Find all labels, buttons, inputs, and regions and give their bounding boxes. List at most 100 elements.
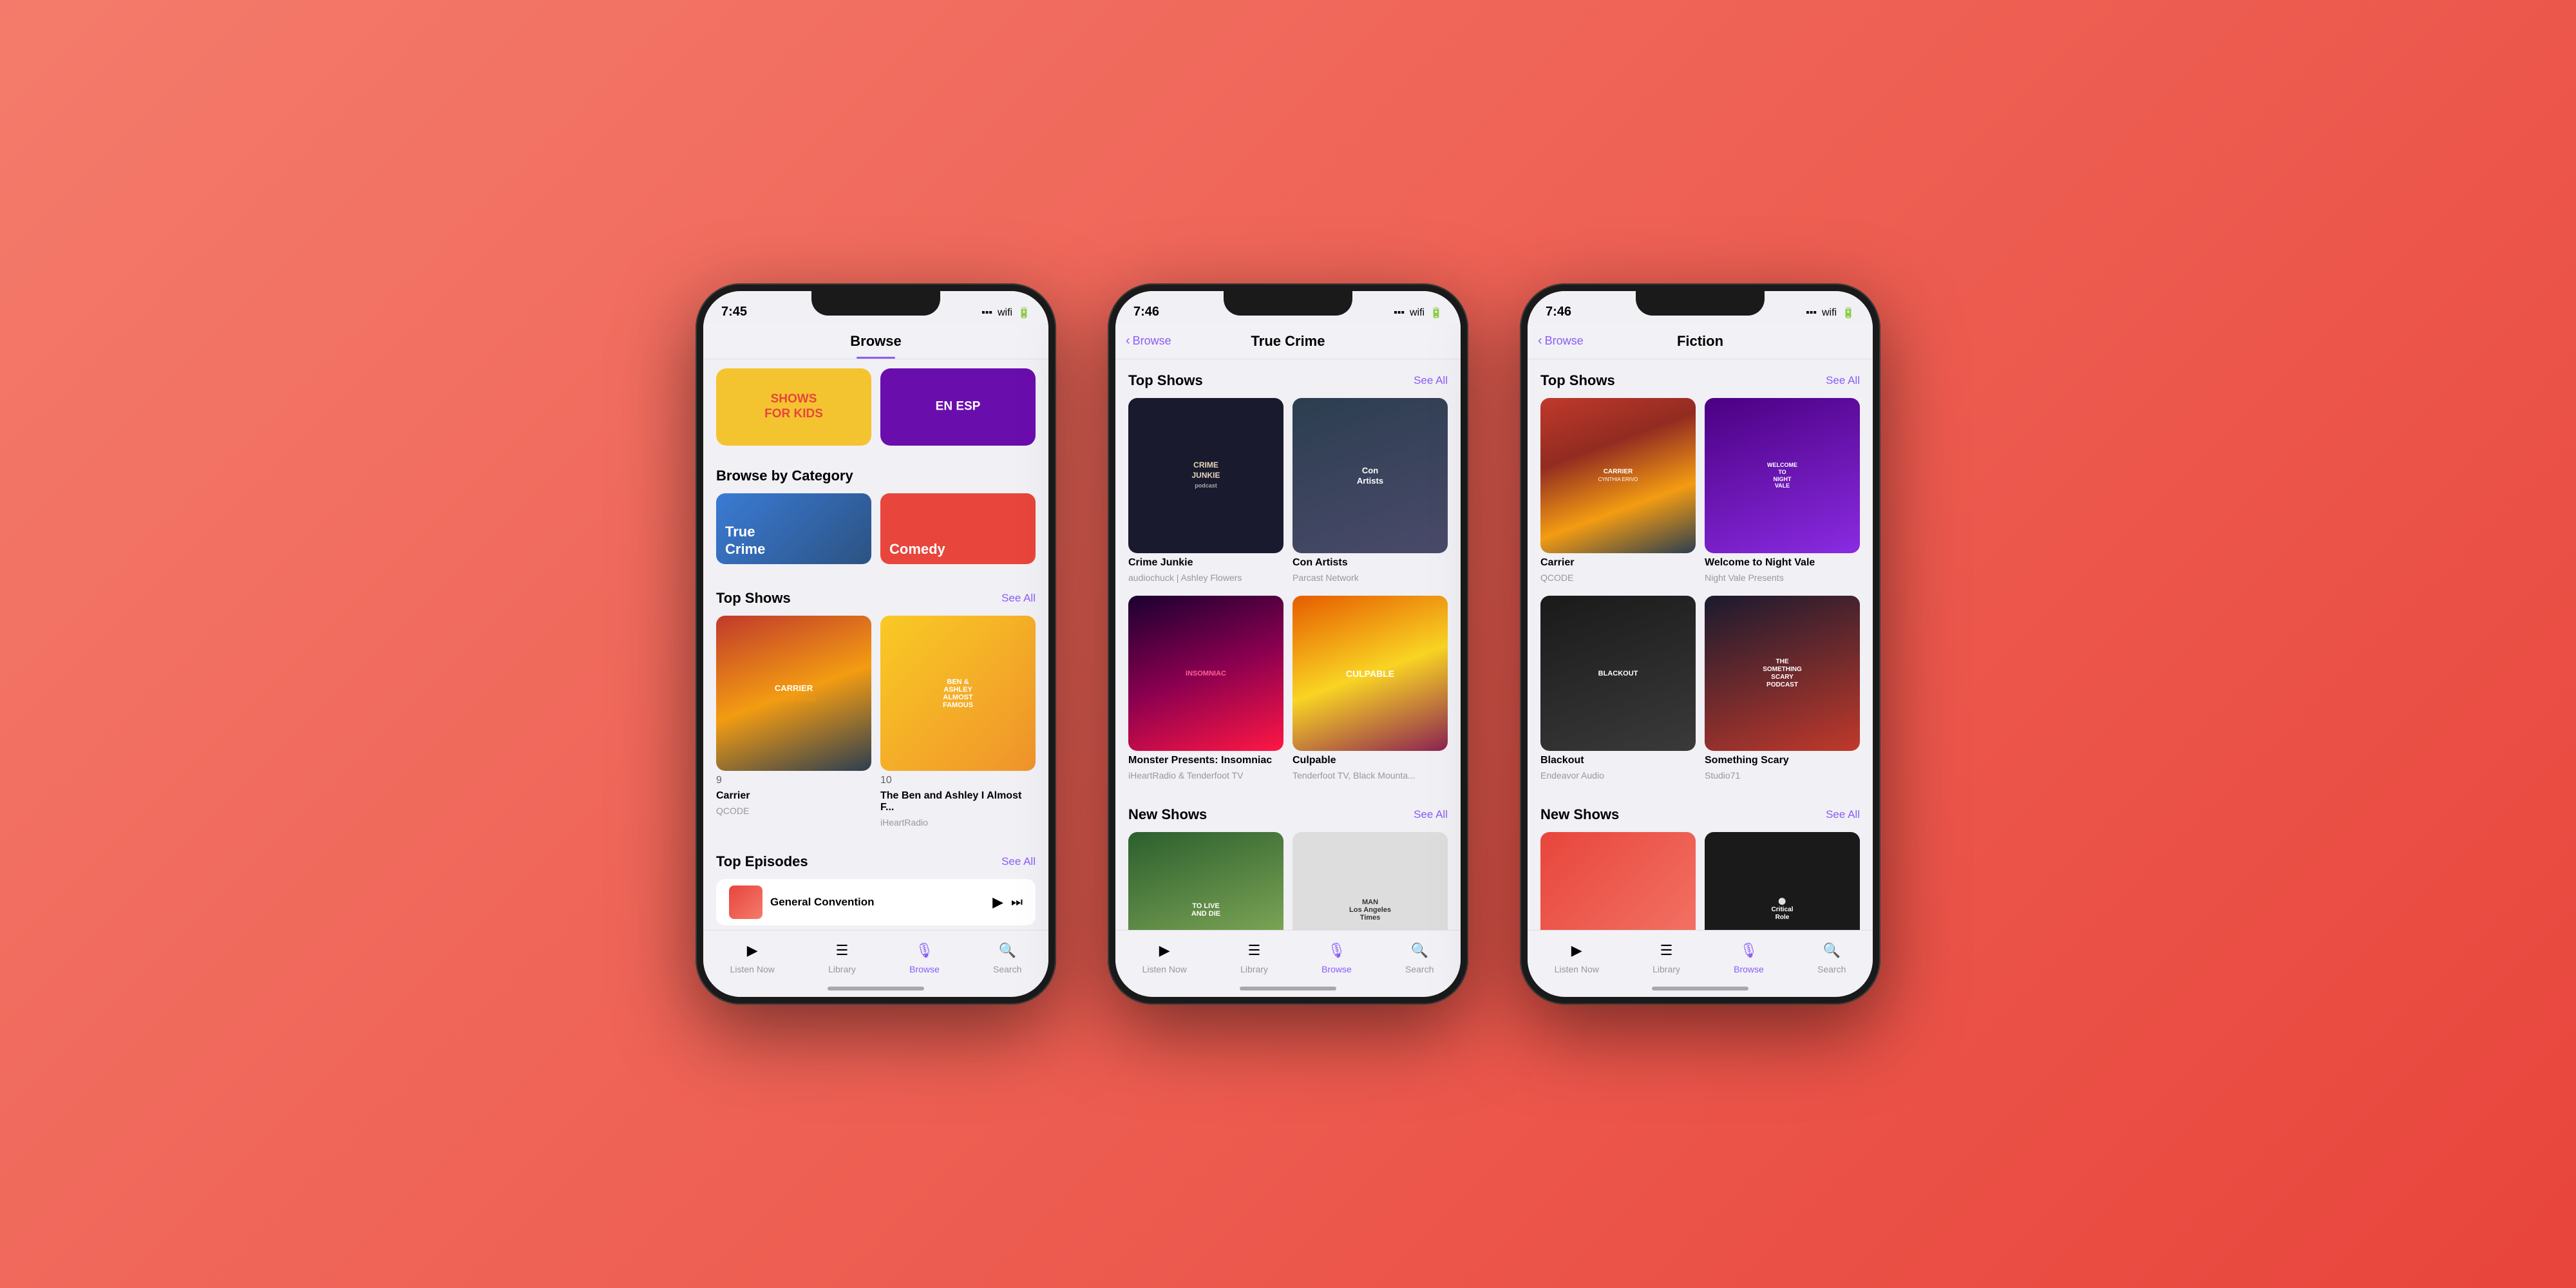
category-header: Browse by Category: [716, 468, 1036, 484]
tolive-thumb: TO LIVEAND DIE: [1128, 832, 1283, 930]
category-row: TrueCrime Comedy: [703, 493, 1048, 577]
category-comedy[interactable]: Comedy: [880, 493, 1036, 564]
tab-library[interactable]: ☰ Library: [1240, 940, 1268, 974]
show-card-carrier-f[interactable]: CARRIERCYNTHIA ERIVO Carrier QCODE: [1540, 398, 1696, 583]
en-espanol-text: EN ESP: [936, 400, 981, 415]
tab-listen-now[interactable]: ▶ Listen Now: [1142, 940, 1187, 974]
nav-underline: [857, 357, 895, 359]
tab-bar: ▶ Listen Now ☰ Library 🎙 Browse 🔍 Search: [703, 930, 1048, 994]
new-shows-see-all[interactable]: See All: [1826, 808, 1860, 821]
show-card-insomniac[interactable]: INSOMNIAC Monster Presents: Insomniac iH…: [1128, 596, 1283, 781]
status-icons: ▪▪▪ wifi 🔋: [1806, 307, 1855, 319]
scary-name: Something Scary: [1705, 755, 1860, 766]
tab-library[interactable]: ☰ Library: [1653, 940, 1680, 974]
nav-title: Browse: [850, 333, 901, 350]
show-card-nightvale[interactable]: WELCOMETONIGHTVALE Welcome to Night Vale…: [1705, 398, 1860, 583]
tab-bar: ▶ Listen Now ☰ Library 🎙 Browse 🔍 Search: [1115, 930, 1461, 994]
crime-junkie-author: audiochuck | Ashley Flowers: [1128, 573, 1283, 583]
tab-listen-now[interactable]: ▶ Listen Now: [730, 940, 775, 974]
banner-shows-kids[interactable]: SHOWSFOR KIDS: [716, 368, 871, 446]
shows-grid: CARRIERCYNTHIA ERIVO 9 Carrier QCODE BEN…: [703, 616, 1048, 840]
nav-back[interactable]: ‹ Browse: [1538, 334, 1584, 348]
tab-browse[interactable]: 🎙 Browse: [1734, 940, 1764, 974]
top-shows-section: Top Shows See All: [1528, 359, 1873, 389]
ashley-number: 10: [880, 775, 1036, 786]
top-shows-header: Top Shows See All: [716, 590, 1036, 607]
show-card-carrier[interactable]: CARRIERCYNTHIA ERIVO 9 Carrier QCODE: [716, 616, 871, 828]
nav-back[interactable]: ‹ Browse: [1126, 334, 1171, 348]
library-icon: ☰: [831, 940, 853, 961]
browse-label: Browse: [909, 964, 940, 974]
phone-browse: 7:45 ▪▪▪ wifi 🔋 Browse SHOWSFOR KIDS: [696, 283, 1056, 1005]
carrier-f-author: QCODE: [1540, 573, 1696, 583]
show-card-ashley[interactable]: BEN &ASHLEYALMOSTFAMOUS 10 The Ben and A…: [880, 616, 1036, 828]
back-label: Browse: [1133, 334, 1171, 348]
library-icon: ☰: [1243, 940, 1265, 961]
top-shows-see-all[interactable]: See All: [1414, 374, 1448, 387]
phone-fiction: 7:46 ▪▪▪ wifi 🔋 ‹ Browse Fiction Top: [1520, 283, 1880, 1005]
tab-library[interactable]: ☰ Library: [828, 940, 856, 974]
episode-title: General Convention: [770, 896, 875, 908]
play-button[interactable]: ▶: [992, 894, 1003, 911]
battery-icon: 🔋: [1842, 307, 1855, 319]
ashley-name: The Ben and Ashley I Almost F...: [880, 790, 1036, 813]
tab-listen-now[interactable]: ▶ Listen Now: [1555, 940, 1599, 974]
listen-now-label: Listen Now: [1555, 964, 1599, 974]
show-card-man[interactable]: MANLos AngelesTimes: [1293, 832, 1448, 930]
home-indicator: [1240, 987, 1336, 990]
content-fiction[interactable]: Top Shows See All CARRIERCYNTHIA ERIVO C…: [1528, 359, 1873, 930]
nav-title: True Crime: [1251, 333, 1325, 350]
browse-icon: 🎙: [1738, 940, 1759, 961]
show-card-critical[interactable]: ⚪CriticalRole: [1705, 832, 1860, 930]
library-label: Library: [1240, 964, 1268, 974]
show-card-crime-junkie[interactable]: CRIMEJUNKIEpodcast Crime Junkie audiochu…: [1128, 398, 1283, 583]
episode-bar[interactable]: General Convention ▶ ⏭: [716, 879, 1036, 925]
show-card-new1[interactable]: [1540, 832, 1696, 930]
top-episodes-header: Top Episodes See All: [716, 853, 1036, 870]
content-browse[interactable]: SHOWSFOR KIDS EN ESP Browse by Category …: [703, 359, 1048, 930]
top-shows-see-all[interactable]: See All: [1826, 374, 1860, 387]
insomniac-name: Monster Presents: Insomniac: [1128, 755, 1283, 766]
tab-bar: ▶ Listen Now ☰ Library 🎙 Browse 🔍 Search: [1528, 930, 1873, 994]
library-label: Library: [1653, 964, 1680, 974]
insomniac-author: iHeartRadio & Tenderfoot TV: [1128, 770, 1283, 781]
show-card-culpable[interactable]: CULPABLE Culpable Tenderfoot TV, Black M…: [1293, 596, 1448, 781]
show-card-tolive[interactable]: TO LIVEAND DIE: [1128, 832, 1283, 930]
browse-icon: 🎙: [1325, 940, 1347, 961]
home-indicator: [828, 987, 924, 990]
scary-author: Studio71: [1705, 770, 1860, 781]
top-episodes-see-all[interactable]: See All: [1001, 855, 1036, 868]
tab-search[interactable]: 🔍 Search: [1405, 940, 1434, 974]
browse-icon: 🎙: [913, 940, 935, 961]
show-card-scary[interactable]: THESOMETHINGSCARYPODCAST Something Scary…: [1705, 596, 1860, 781]
tab-search[interactable]: 🔍 Search: [1817, 940, 1846, 974]
blackout-thumb: BLACKOUT: [1540, 596, 1696, 751]
tab-browse[interactable]: 🎙 Browse: [1321, 940, 1352, 974]
top-shows-section: Top Shows See All: [703, 577, 1048, 607]
category-true-crime[interactable]: TrueCrime: [716, 493, 871, 564]
tab-browse[interactable]: 🎙 Browse: [909, 940, 940, 974]
content-truecrime[interactable]: Top Shows See All CRIMEJUNKIEpodcast Cri…: [1115, 359, 1461, 930]
banner-en-espanol[interactable]: EN ESP: [880, 368, 1036, 446]
culpable-name: Culpable: [1293, 755, 1448, 766]
tab-search[interactable]: 🔍 Search: [993, 940, 1021, 974]
browse-by-category: Browse by Category: [703, 455, 1048, 484]
carrier-number: 9: [716, 775, 871, 786]
skip-button[interactable]: ⏭: [1011, 895, 1023, 910]
carrier-f-name: Carrier: [1540, 557, 1696, 569]
crime-junkie-thumb: CRIMEJUNKIEpodcast: [1128, 398, 1283, 553]
listen-now-label: Listen Now: [1142, 964, 1187, 974]
shows-grid-3: TO LIVEAND DIE MANLos AngelesTimes: [1115, 832, 1461, 930]
carrier-author: QCODE: [716, 806, 871, 816]
top-episodes-section: Top Episodes See All: [703, 840, 1048, 870]
wifi-icon: wifi: [1410, 307, 1425, 319]
carrier-thumb: CARRIERCYNTHIA ERIVO: [716, 616, 871, 771]
top-shows-see-all[interactable]: See All: [1001, 592, 1036, 605]
status-time: 7:45: [721, 305, 747, 319]
carrier-name: Carrier: [716, 790, 871, 802]
nightvale-author: Night Vale Presents: [1705, 573, 1860, 583]
new-shows-see-all[interactable]: See All: [1414, 808, 1448, 821]
show-card-blackout[interactable]: BLACKOUT Blackout Endeavor Audio: [1540, 596, 1696, 781]
con-artists-name: Con Artists: [1293, 557, 1448, 569]
show-card-con-artists[interactable]: ConArtists Con Artists Parcast Network: [1293, 398, 1448, 583]
